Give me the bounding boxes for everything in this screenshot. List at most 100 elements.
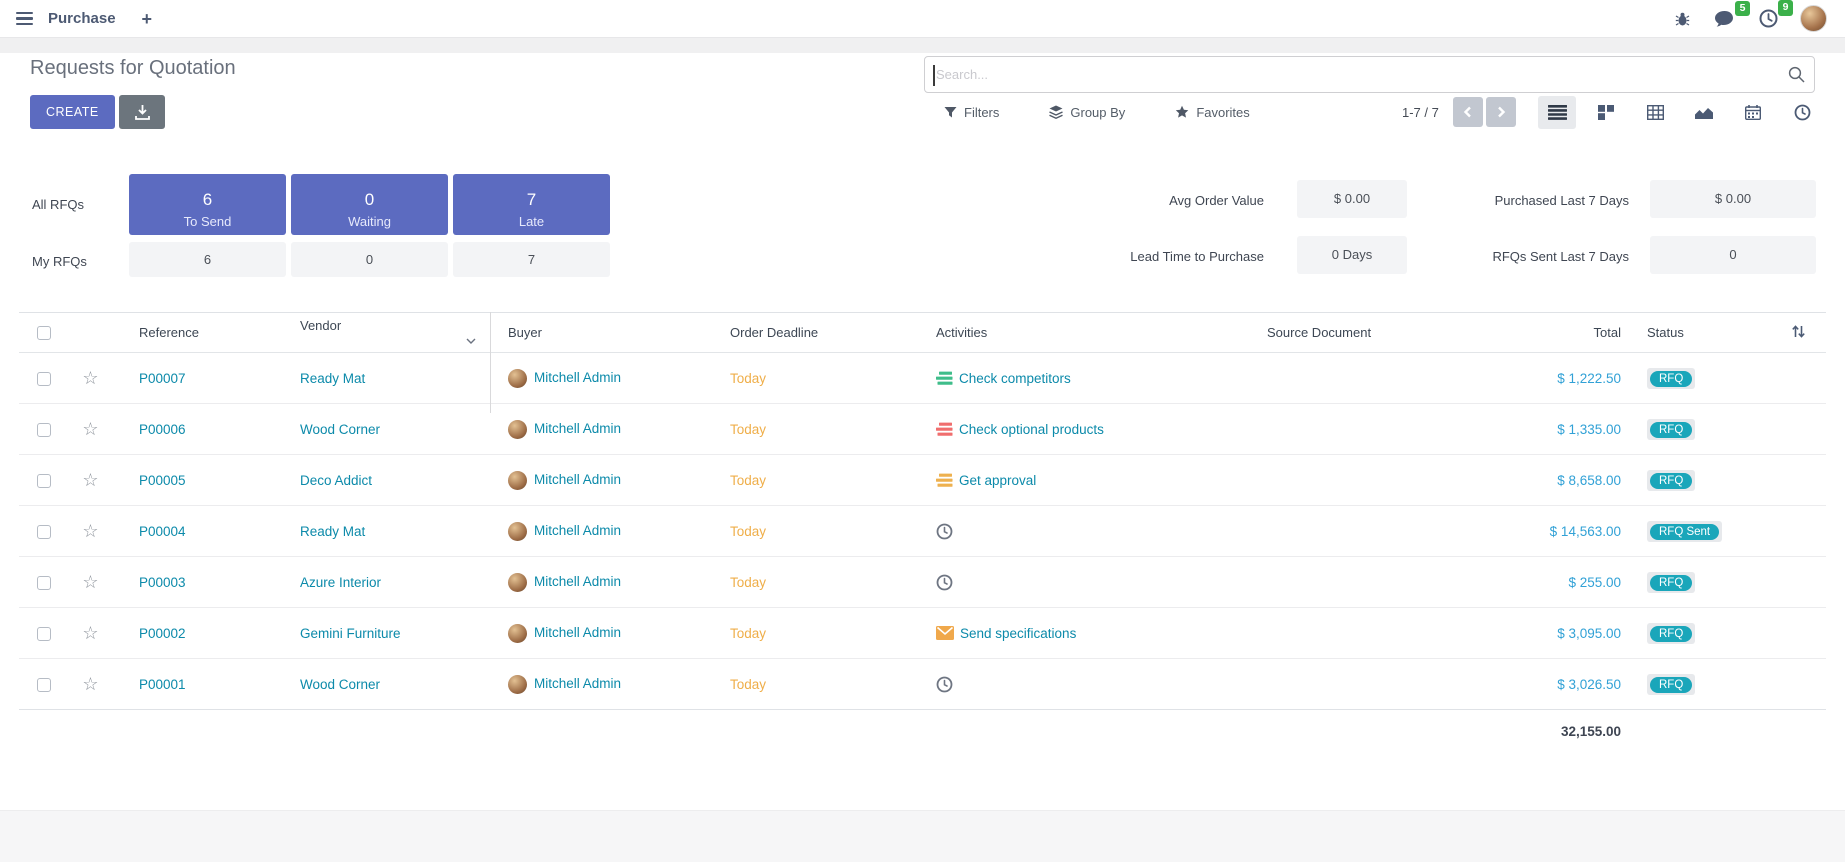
- debug-bug-icon[interactable]: [1673, 9, 1692, 29]
- reference-link[interactable]: P00007: [139, 371, 186, 386]
- buyer-link[interactable]: Mitchell Admin: [534, 370, 621, 385]
- table-row[interactable]: ☆P00007Ready MatMitchell AdminTodayCheck…: [19, 353, 1826, 404]
- rfq-list: Reference Vendor Buyer Order Deadline Ac…: [19, 312, 1826, 754]
- vendor-link[interactable]: Deco Addict: [300, 473, 372, 488]
- column-header-total[interactable]: Total: [1450, 313, 1630, 353]
- favorite-star-icon[interactable]: ☆: [82, 368, 98, 388]
- vendor-link[interactable]: Gemini Furniture: [300, 626, 401, 641]
- user-avatar[interactable]: [1800, 5, 1827, 32]
- search-input[interactable]: [925, 57, 1814, 92]
- pager-previous-icon[interactable]: [1453, 97, 1483, 127]
- favorite-star-icon[interactable]: ☆: [82, 470, 98, 490]
- create-button[interactable]: CREATE: [30, 95, 115, 129]
- buyer-link[interactable]: Mitchell Admin: [534, 523, 621, 538]
- activity-label[interactable]: Check competitors: [959, 371, 1071, 386]
- plus-icon[interactable]: +: [136, 9, 159, 29]
- reference-link[interactable]: P00005: [139, 473, 186, 488]
- vendor-link[interactable]: Ready Mat: [300, 524, 365, 539]
- table-row[interactable]: ☆P00001Wood CornerMitchell AdminToday$ 3…: [19, 659, 1826, 710]
- my-waiting-value[interactable]: 0: [291, 242, 448, 277]
- column-resize-divider[interactable]: [490, 312, 491, 413]
- table-row[interactable]: ☆P00005Deco AddictMitchell AdminTodayGet…: [19, 455, 1826, 506]
- vendor-link[interactable]: Azure Interior: [300, 575, 381, 590]
- column-header-buyer[interactable]: Buyer: [490, 313, 715, 353]
- activity-envelope-icon[interactable]: [936, 626, 954, 640]
- vendor-link[interactable]: Wood Corner: [300, 677, 380, 692]
- table-row[interactable]: ☆P00002Gemini FurnitureMitchell AdminTod…: [19, 608, 1826, 659]
- activity-clock-icon[interactable]: [936, 523, 953, 540]
- column-header-activities[interactable]: Activities: [920, 313, 1255, 353]
- column-header-source-document[interactable]: Source Document: [1255, 313, 1450, 353]
- reference-link[interactable]: P00003: [139, 575, 186, 590]
- activity-label[interactable]: Send specifications: [960, 626, 1076, 641]
- optional-columns-icon[interactable]: [1789, 322, 1808, 344]
- vendor-link[interactable]: Ready Mat: [300, 371, 365, 386]
- filters-button[interactable]: Filters: [938, 104, 1005, 121]
- vendor-link[interactable]: Wood Corner: [300, 422, 380, 437]
- activity-view-icon[interactable]: [1783, 96, 1821, 129]
- row-checkbox[interactable]: [37, 372, 51, 386]
- app-title[interactable]: Purchase: [48, 10, 116, 27]
- select-all-checkbox[interactable]: [37, 326, 51, 340]
- table-row[interactable]: ☆P00004Ready MatMitchell AdminToday$ 14,…: [19, 506, 1826, 557]
- graph-view-icon[interactable]: [1685, 96, 1723, 129]
- favorite-star-icon[interactable]: ☆: [82, 419, 98, 439]
- row-checkbox[interactable]: [37, 678, 51, 692]
- buyer-link[interactable]: Mitchell Admin: [534, 676, 621, 691]
- favorite-star-icon[interactable]: ☆: [82, 674, 98, 694]
- activity-label[interactable]: Get approval: [959, 473, 1036, 488]
- top-navbar: Purchase + 5 9: [0, 0, 1845, 38]
- activity-clock-icon[interactable]: [936, 574, 953, 591]
- late-card[interactable]: 7 Late: [453, 174, 610, 235]
- activity-tasks-icon[interactable]: [936, 473, 953, 488]
- reference-link[interactable]: P00006: [139, 422, 186, 437]
- favorite-star-icon[interactable]: ☆: [82, 623, 98, 643]
- favorite-star-icon[interactable]: ☆: [82, 572, 98, 592]
- table-row[interactable]: ☆P00003Azure InteriorMitchell AdminToday…: [19, 557, 1826, 608]
- column-header-reference[interactable]: Reference: [113, 313, 278, 353]
- row-checkbox[interactable]: [37, 474, 51, 488]
- buyer-link[interactable]: Mitchell Admin: [534, 625, 621, 640]
- messages-badge: 5: [1735, 1, 1750, 17]
- messages-icon[interactable]: 5: [1712, 8, 1737, 30]
- total-amount: $ 255.00: [1568, 575, 1621, 590]
- column-header-vendor[interactable]: Vendor: [278, 313, 490, 353]
- my-to-send-value[interactable]: 6: [129, 242, 286, 277]
- buyer-link[interactable]: Mitchell Admin: [534, 421, 621, 436]
- activity-label[interactable]: Check optional products: [959, 422, 1104, 437]
- group-by-button[interactable]: Group By: [1043, 104, 1131, 121]
- total-amount: $ 1,222.50: [1557, 371, 1621, 386]
- search-icon[interactable]: [1788, 66, 1805, 88]
- table-row[interactable]: ☆P00006Wood CornerMitchell AdminTodayChe…: [19, 404, 1826, 455]
- kanban-view-icon[interactable]: [1587, 96, 1625, 129]
- calendar-view-icon[interactable]: [1734, 96, 1772, 129]
- table-footer-row: 32,155.00: [19, 710, 1826, 754]
- export-download-icon[interactable]: [119, 95, 165, 129]
- row-checkbox[interactable]: [37, 423, 51, 437]
- status-badge: RFQ: [1647, 572, 1695, 593]
- reference-link[interactable]: P00002: [139, 626, 186, 641]
- column-header-status[interactable]: Status: [1630, 313, 1770, 353]
- reference-link[interactable]: P00004: [139, 524, 186, 539]
- activity-tasks-icon[interactable]: [936, 422, 953, 437]
- activity-tasks-icon[interactable]: [936, 371, 953, 386]
- search-box[interactable]: [924, 56, 1815, 93]
- pivot-view-icon[interactable]: [1636, 96, 1674, 129]
- column-header-order-deadline[interactable]: Order Deadline: [715, 313, 920, 353]
- row-checkbox[interactable]: [37, 525, 51, 539]
- to-send-card[interactable]: 6 To Send: [129, 174, 286, 235]
- buyer-link[interactable]: Mitchell Admin: [534, 472, 621, 487]
- buyer-link[interactable]: Mitchell Admin: [534, 574, 621, 589]
- activities-clock-icon[interactable]: 9: [1757, 7, 1780, 30]
- pager-next-icon[interactable]: [1486, 97, 1516, 127]
- my-late-value[interactable]: 7: [453, 242, 610, 277]
- apps-menu-icon[interactable]: [12, 6, 38, 32]
- waiting-card[interactable]: 0 Waiting: [291, 174, 448, 235]
- row-checkbox[interactable]: [37, 576, 51, 590]
- favorites-button[interactable]: Favorites: [1169, 104, 1255, 121]
- row-checkbox[interactable]: [37, 627, 51, 641]
- list-view-icon[interactable]: [1538, 96, 1576, 129]
- favorite-star-icon[interactable]: ☆: [82, 521, 98, 541]
- activity-clock-icon[interactable]: [936, 676, 953, 693]
- reference-link[interactable]: P00001: [139, 677, 186, 692]
